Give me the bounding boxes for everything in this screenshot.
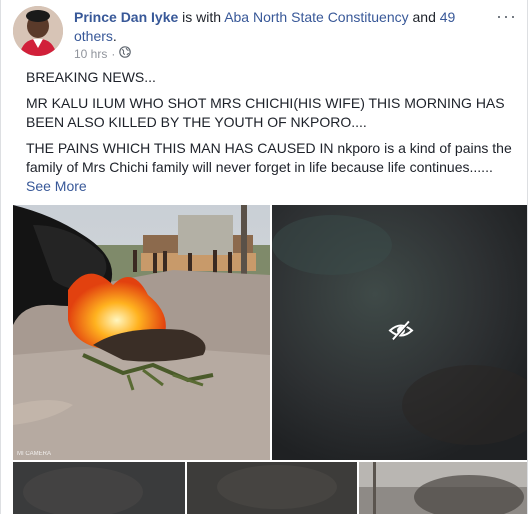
meta-separator: ·: [111, 46, 116, 61]
post-text: BREAKING NEWS... MR KALU ILUM WHO SHOT M…: [26, 68, 521, 196]
post-timestamp[interactable]: 10 hrs: [74, 47, 107, 61]
post-meta: 10 hrs ·: [74, 46, 132, 61]
post-photo-thumb-1[interactable]: [13, 462, 185, 514]
post-line-body: THE PAINS WHICH THIS MAN HAS CAUSED IN n…: [26, 139, 521, 177]
post-options-button[interactable]: ···: [496, 6, 517, 27]
avatar[interactable]: [13, 6, 63, 56]
blurred-thumbnail: [13, 462, 185, 514]
photo-watermark: MI CAMERA: [17, 451, 52, 457]
post-card: Prince Dan Iyke is with Aba North State …: [0, 0, 528, 514]
and-text: and: [408, 9, 440, 25]
post-line-headline: MR KALU ILUM WHO SHOT MRS CHICHI(HIS WIF…: [26, 95, 505, 130]
fire-scene-image: [13, 205, 270, 460]
author-name[interactable]: Prince Dan Iyke: [74, 9, 178, 25]
tagged-location[interactable]: Aba North State Constituency: [224, 9, 408, 25]
see-more-link[interactable]: See More: [26, 177, 521, 196]
post-line-breaking: BREAKING NEWS...: [26, 69, 156, 85]
with-text: is with: [178, 9, 225, 25]
post-header: Prince Dan Iyke is with Aba North State …: [74, 8, 474, 46]
post-photo-thumb-2[interactable]: [187, 462, 357, 514]
blurred-thumbnail: [187, 462, 357, 514]
post-body-text: THE PAINS WHICH THIS MAN HAS CAUSED IN n…: [26, 140, 512, 175]
globe-icon[interactable]: [119, 46, 132, 61]
post-photo-fire[interactable]: MI CAMERA: [13, 205, 270, 460]
blurred-thumbnail: [359, 462, 527, 514]
eye-slash-icon[interactable]: [388, 319, 414, 346]
post-photo-thumb-3[interactable]: [359, 462, 527, 514]
trailing-period: .: [112, 28, 117, 44]
post-photo-hidden[interactable]: [272, 205, 527, 460]
